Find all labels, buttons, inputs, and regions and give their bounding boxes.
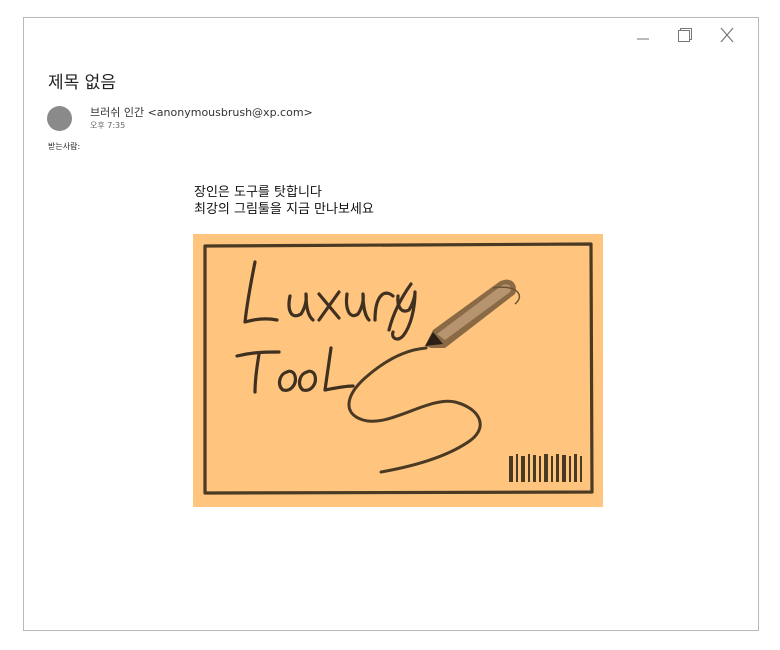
sender-name: 브러쉬 인간 <anonymousbrush@xp.com> bbox=[90, 106, 313, 119]
close-button[interactable] bbox=[706, 22, 748, 48]
email-window: 제목 없음 브러쉬 인간 <anonymousbrush@xp.com> 오후 … bbox=[23, 17, 759, 631]
body-line-1: 장인은 도구를 탓합니다 bbox=[194, 185, 322, 200]
promo-image bbox=[193, 234, 603, 507]
email-timestamp: 오후 7:35 bbox=[90, 121, 126, 130]
body-line-2: 최강의 그림툴을 지금 만나보세요 bbox=[194, 202, 374, 217]
minimize-button[interactable] bbox=[622, 22, 664, 48]
promo-background bbox=[193, 234, 603, 507]
email-body: 장인은 도구를 탓합니다 최강의 그림툴을 지금 만나보세요 bbox=[194, 184, 374, 218]
sender-avatar bbox=[47, 106, 72, 131]
maximize-icon bbox=[678, 28, 692, 42]
close-icon bbox=[720, 27, 734, 43]
minimize-icon bbox=[637, 38, 649, 40]
email-subject: 제목 없음 bbox=[48, 73, 116, 93]
recipient-label: 받는사람: bbox=[48, 142, 81, 151]
maximize-button[interactable] bbox=[664, 22, 706, 48]
window-controls bbox=[622, 22, 748, 48]
